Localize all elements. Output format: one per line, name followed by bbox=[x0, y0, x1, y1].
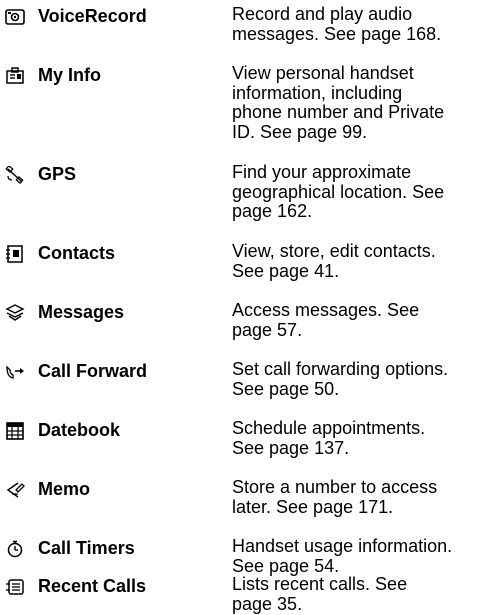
gps-satellite-icon bbox=[4, 166, 26, 184]
call-timers-icon bbox=[4, 540, 26, 558]
item-name: My Info bbox=[38, 65, 101, 85]
item-description: View, store, edit contacts. See page 41. bbox=[232, 241, 436, 281]
messages-icon bbox=[4, 304, 26, 322]
item-description: Store a number to access later. See page… bbox=[232, 477, 438, 517]
item-name: Memo bbox=[38, 479, 91, 499]
call-forward-icon bbox=[4, 363, 26, 381]
item-description: Access messages. See page 57. bbox=[232, 300, 420, 340]
recent-calls-icon bbox=[4, 578, 26, 596]
item-name: VoiceRecord bbox=[38, 6, 147, 26]
contacts-icon bbox=[4, 245, 26, 263]
datebook-icon bbox=[4, 422, 26, 440]
item-description: Record and play audio messages. See page… bbox=[232, 4, 442, 44]
item-description: Lists recent calls. See page 35. bbox=[232, 574, 408, 614]
voice-record-icon bbox=[4, 8, 26, 26]
item-description: Handset usage information. See page 54. bbox=[232, 536, 453, 576]
item-name: Call Forward bbox=[38, 361, 148, 381]
item-name: Call Timers bbox=[38, 538, 135, 558]
my-info-icon bbox=[4, 67, 26, 85]
item-name: Messages bbox=[38, 302, 125, 322]
item-name: Datebook bbox=[38, 420, 121, 440]
item-name: Recent Calls bbox=[38, 576, 147, 596]
item-description: Find your approximate geographical locat… bbox=[232, 162, 445, 221]
item-description: View personal handset information, inclu… bbox=[232, 63, 445, 142]
memo-icon bbox=[4, 481, 26, 499]
item-name: Contacts bbox=[38, 243, 116, 263]
item-name: GPS bbox=[38, 164, 77, 184]
item-description: Schedule appointments. See page 137. bbox=[232, 418, 426, 458]
item-description: Set call forwarding options. See page 50… bbox=[232, 359, 449, 399]
